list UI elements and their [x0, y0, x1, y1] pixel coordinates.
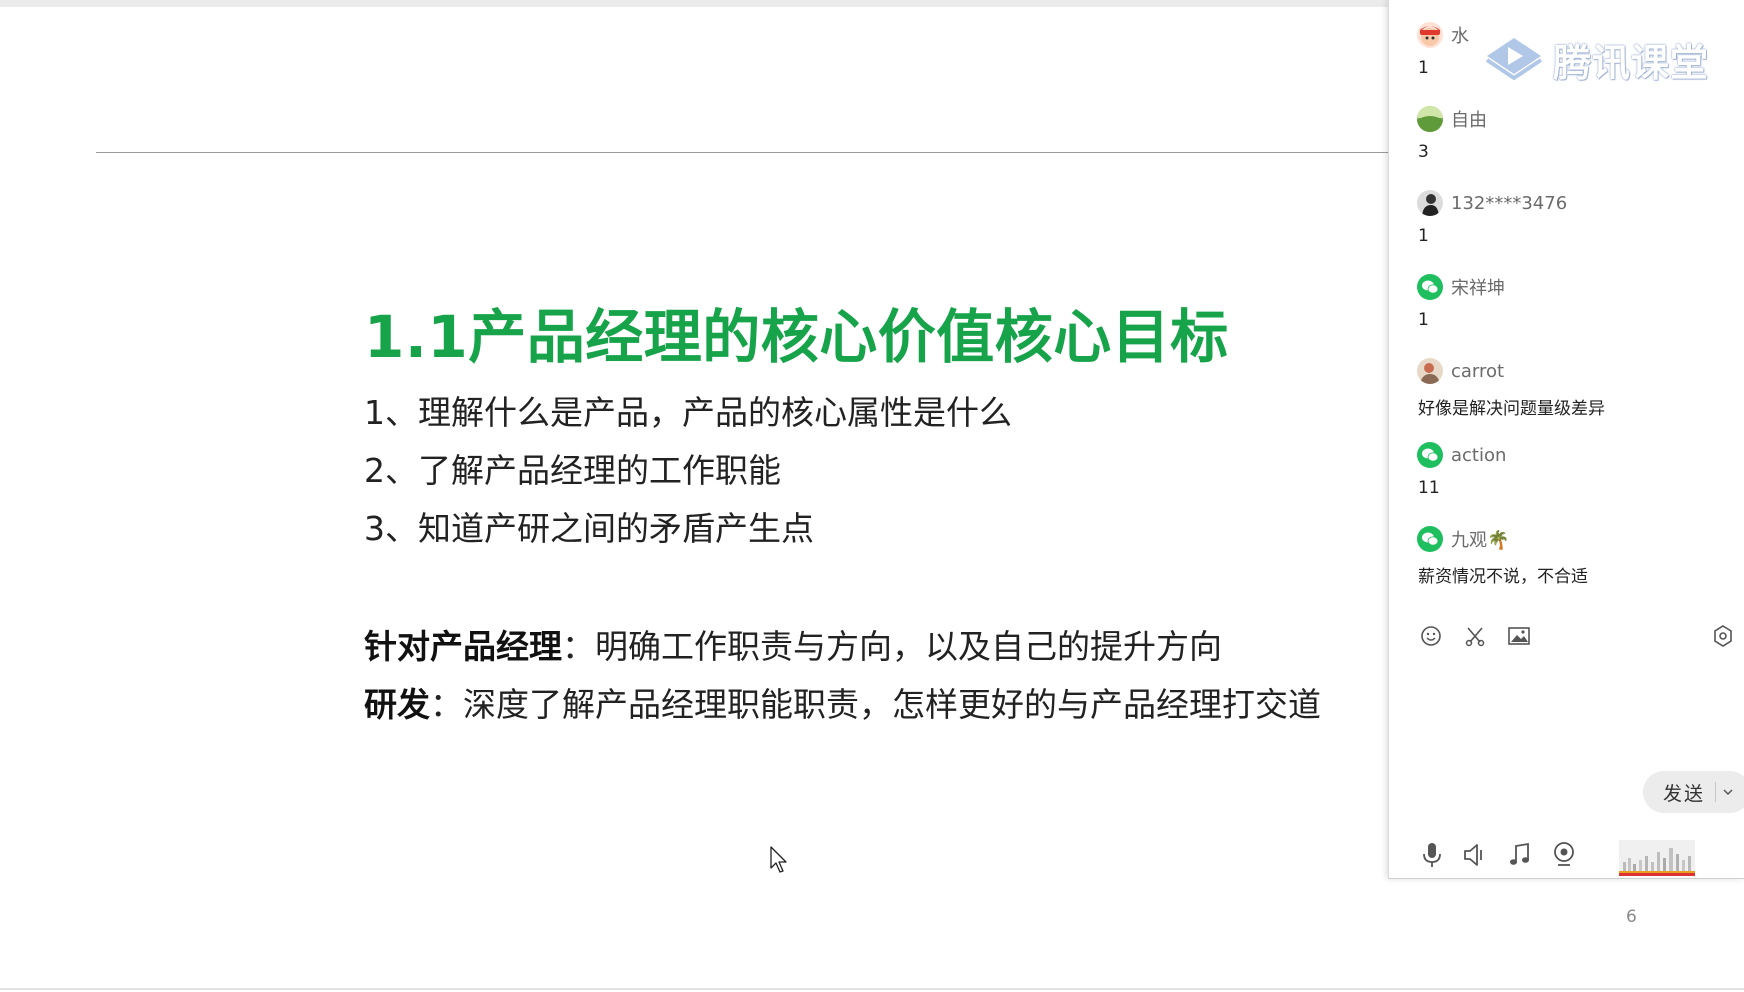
chevron-down-icon[interactable] — [1722, 787, 1734, 797]
brand-name: 腾讯课堂 — [1553, 40, 1710, 85]
send-label: 发送 — [1663, 782, 1706, 805]
message-text: 好像是解决问题量级差异 — [1418, 399, 1605, 419]
send-separator — [1715, 782, 1717, 802]
settings-icon[interactable] — [1709, 622, 1737, 650]
note-label: 研发 — [364, 685, 430, 724]
chat-panel: 腾讯课堂 水 1 自由 3 132****3476 1 宋祥坤 1 carrot… — [1388, 0, 1744, 879]
bottom-border — [0, 988, 1744, 990]
media-controls — [1417, 838, 1744, 876]
speaker-icon[interactable] — [1461, 838, 1491, 872]
sender-name: 自由 — [1451, 110, 1487, 131]
cartoon-avatar-icon — [1417, 22, 1443, 48]
photo-avatar-icon — [1417, 358, 1443, 384]
play-logo-icon — [1483, 30, 1545, 88]
scissors-icon[interactable] — [1461, 622, 1489, 650]
message-text: 11 — [1418, 478, 1440, 498]
goal-list: 1、理解什么是产品，产品的核心属性是什么 2、了解产品经理的工作职能 3、知道产… — [364, 384, 1012, 558]
chat-message: 水 1 — [1417, 22, 1469, 78]
microphone-icon[interactable] — [1417, 838, 1447, 872]
chat-message: 132****3476 1 — [1417, 190, 1567, 246]
slide-divider — [96, 152, 1390, 153]
chat-message: 九观🌴 薪资情况不说，不合适 — [1417, 526, 1588, 587]
send-button[interactable]: 发送 — [1643, 771, 1744, 813]
chat-message: 自由 3 — [1417, 106, 1487, 162]
person-avatar-icon — [1417, 190, 1443, 216]
note-text: ：深度了解产品经理职能职责，怎样更好的与产品经理打交道 — [430, 685, 1321, 724]
note-developer: 研发：深度了解产品经理职能职责，怎样更好的与产品经理打交道 — [364, 678, 1321, 726]
sender-name: 九观🌴 — [1451, 530, 1510, 551]
page-number: 6 — [1626, 907, 1637, 927]
camera-icon[interactable] — [1549, 838, 1579, 872]
message-text: 1 — [1418, 58, 1429, 78]
sender-name: carrot — [1451, 360, 1505, 382]
sender-name: 水 — [1451, 26, 1469, 47]
message-text: 1 — [1418, 226, 1429, 246]
image-icon[interactable] — [1505, 622, 1533, 650]
tencent-classroom-logo: 腾讯课堂 — [1483, 30, 1709, 88]
wechat-avatar-icon — [1417, 274, 1443, 300]
chat-toolbar — [1417, 622, 1737, 654]
message-text: 1 — [1418, 310, 1429, 330]
message-text: 3 — [1418, 142, 1429, 162]
chat-message: carrot 好像是解决问题量级差异 — [1417, 358, 1605, 419]
mouse-cursor-icon — [770, 846, 790, 878]
wechat-avatar-icon — [1417, 442, 1443, 468]
slide-title: 1.1产品经理的核心价值核心目标 — [364, 303, 1229, 371]
message-text: 薪资情况不说，不合适 — [1418, 567, 1588, 587]
goal-item: 1、理解什么是产品，产品的核心属性是什么 — [364, 393, 1012, 432]
goal-item: 2、了解产品经理的工作职能 — [364, 451, 781, 490]
chat-message: 宋祥坤 1 — [1417, 274, 1505, 330]
note-product-manager: 针对产品经理：明确工作职责与方向，以及自己的提升方向 — [364, 620, 1222, 668]
sender-name: 132****3476 — [1451, 192, 1568, 214]
music-icon[interactable] — [1505, 838, 1535, 872]
sender-name: action — [1451, 444, 1507, 466]
landscape-avatar-icon — [1417, 106, 1443, 132]
goal-item: 3、知道产研之间的矛盾产生点 — [364, 509, 814, 548]
emoji-icon[interactable] — [1417, 622, 1445, 650]
note-text: ：明确工作职责与方向，以及自己的提升方向 — [562, 627, 1222, 666]
video-preview-thumbnail[interactable] — [1619, 840, 1695, 876]
wechat-avatar-icon — [1417, 526, 1443, 552]
note-label: 针对产品经理 — [364, 627, 562, 666]
sender-name: 宋祥坤 — [1451, 278, 1505, 299]
chat-message: action 11 — [1417, 442, 1506, 498]
